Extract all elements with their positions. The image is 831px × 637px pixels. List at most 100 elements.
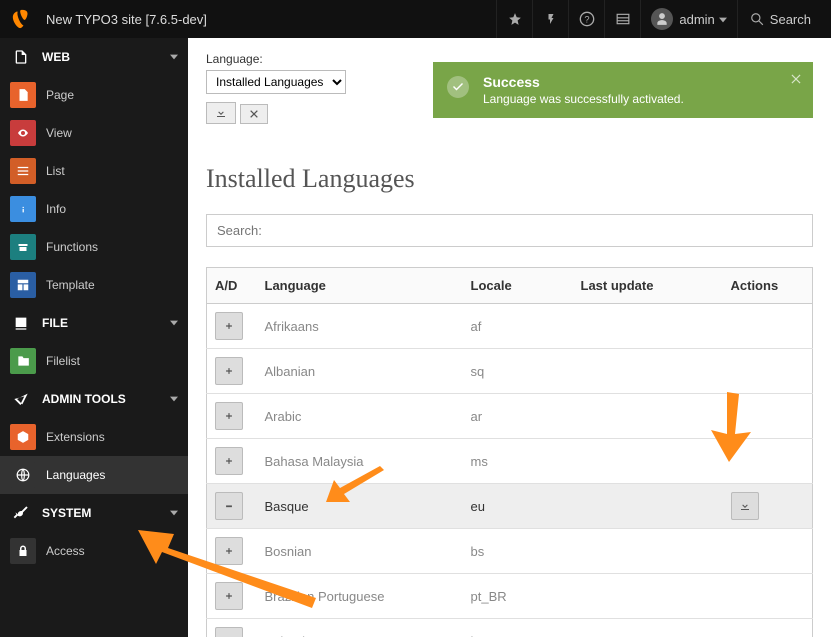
cell-last-update (573, 619, 723, 637)
nav-group-head[interactable]: ADMIN TOOLS (0, 380, 188, 418)
cell-last-update (573, 394, 723, 439)
cell-locale: bs (463, 529, 573, 574)
sidebar-item-view[interactable]: View (0, 114, 188, 152)
cell-actions (723, 574, 813, 619)
cancel-button[interactable] (240, 104, 268, 124)
cell-last-update (573, 574, 723, 619)
sidebar-item-access[interactable]: Access (0, 532, 188, 570)
group-icon (10, 502, 32, 524)
module-icon (10, 234, 36, 260)
content: Language: Installed Languages Su (188, 38, 831, 637)
sidebar-item-label: Filelist (46, 354, 80, 368)
cell-last-update (573, 484, 723, 529)
chevron-down-icon (170, 50, 178, 64)
sidebar-item-template[interactable]: Template (0, 266, 188, 304)
application-icon[interactable] (604, 0, 640, 38)
module-icon (10, 272, 36, 298)
table-row: Bahasa Malaysiams (207, 439, 813, 484)
download-button[interactable] (731, 492, 759, 520)
bookmarks-icon[interactable] (496, 0, 532, 38)
sidebar-item-list[interactable]: List (0, 152, 188, 190)
module-icon (10, 158, 36, 184)
col-last-update: Last update (573, 268, 723, 304)
sidebar-item-info[interactable]: Info (0, 190, 188, 228)
cell-actions (723, 304, 813, 349)
cell-language: Bulgarian (257, 619, 463, 637)
cell-language: Basque (257, 484, 463, 529)
help-icon[interactable]: ? (568, 0, 604, 38)
search-label: Search (770, 12, 811, 27)
alert-message: Language was successfully activated. (483, 92, 773, 106)
col-actions: Actions (723, 268, 813, 304)
sidebar-item-extensions[interactable]: Extensions (0, 418, 188, 456)
sidebar-item-page[interactable]: Page (0, 76, 188, 114)
cell-last-update (573, 439, 723, 484)
svg-text:?: ? (584, 14, 589, 24)
search-button[interactable]: Search (737, 0, 823, 38)
chevron-down-icon (170, 392, 178, 406)
user-menu[interactable]: admin (640, 0, 736, 38)
cell-locale: ms (463, 439, 573, 484)
col-language: Language (257, 268, 463, 304)
table-row: Afrikaansaf (207, 304, 813, 349)
cell-language: Brazilian Portuguese (257, 574, 463, 619)
activate-button[interactable] (215, 357, 243, 385)
module-icon (10, 120, 36, 146)
language-select[interactable]: Installed Languages (206, 70, 346, 94)
sidebar-item-label: List (46, 164, 65, 178)
user-avatar-icon (651, 8, 673, 30)
cell-language: Bosnian (257, 529, 463, 574)
cell-locale: pt_BR (463, 574, 573, 619)
cell-language: Arabic (257, 394, 463, 439)
group-label: ADMIN TOOLS (42, 392, 126, 406)
group-label: FILE (42, 316, 68, 330)
sidebar-item-label: View (46, 126, 72, 140)
table-row: Arabicar (207, 394, 813, 439)
sidebar-item-label: Languages (46, 468, 105, 482)
nav-group-head[interactable]: FILE (0, 304, 188, 342)
cache-icon[interactable] (532, 0, 568, 38)
deactivate-button[interactable] (215, 492, 243, 520)
alert-title: Success (483, 74, 773, 90)
group-label: WEB (42, 50, 70, 64)
sidebar-item-languages[interactable]: Languages (0, 456, 188, 494)
sidebar-item-functions[interactable]: Functions (0, 228, 188, 266)
activate-button[interactable] (215, 312, 243, 340)
chevron-down-icon (170, 506, 178, 520)
table-row: Albaniansq (207, 349, 813, 394)
cell-actions (723, 439, 813, 484)
cell-language: Afrikaans (257, 304, 463, 349)
topbar: New TYPO3 site [7.6.5-dev] ? admin Searc… (0, 0, 831, 38)
language-table: A/D Language Locale Last update Actions … (206, 267, 813, 637)
activate-button[interactable] (215, 537, 243, 565)
group-icon (10, 46, 32, 68)
module-icon (10, 348, 36, 374)
table-row: Bulgarianbg (207, 619, 813, 637)
module-icon (10, 462, 36, 488)
sidebar-item-filelist[interactable]: Filelist (0, 342, 188, 380)
cell-language: Bahasa Malaysia (257, 439, 463, 484)
module-icon (10, 424, 36, 450)
module-icon (10, 82, 36, 108)
close-icon[interactable] (789, 72, 803, 89)
nav-group-head[interactable]: SYSTEM (0, 494, 188, 532)
cell-last-update (573, 529, 723, 574)
cell-actions (723, 529, 813, 574)
user-label: admin (679, 12, 714, 27)
activate-button[interactable] (215, 627, 243, 637)
activate-button[interactable] (215, 402, 243, 430)
cell-actions (723, 349, 813, 394)
typo3-logo (8, 5, 36, 33)
nav-group-head[interactable]: WEB (0, 38, 188, 76)
cell-language: Albanian (257, 349, 463, 394)
check-icon (447, 76, 469, 98)
sidebar-item-label: Access (46, 544, 85, 558)
activate-button[interactable] (215, 447, 243, 475)
search-input[interactable] (206, 214, 813, 247)
module-icon (10, 196, 36, 222)
activate-button[interactable] (215, 582, 243, 610)
download-all-button[interactable] (206, 102, 236, 124)
caret-down-icon (719, 12, 727, 27)
table-row: Basqueeu (207, 484, 813, 529)
cell-actions (723, 484, 813, 529)
